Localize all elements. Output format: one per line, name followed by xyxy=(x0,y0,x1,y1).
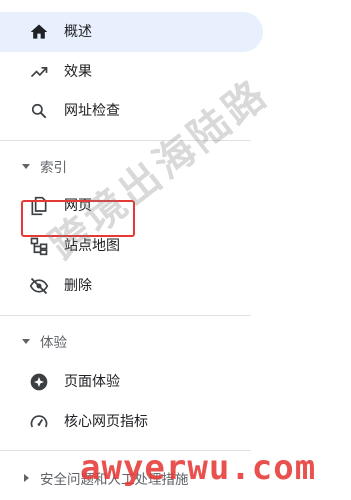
section-label: 体验 xyxy=(40,335,67,351)
nav-item-url-inspection[interactable]: 网址检查 xyxy=(0,91,263,131)
nav-item-core-web-vitals[interactable]: 核心网页指标 xyxy=(0,402,263,442)
caret-right-icon xyxy=(20,472,32,484)
nav-item-page-experience[interactable]: 页面体验 xyxy=(0,362,263,402)
divider xyxy=(0,315,251,316)
sidebar-nav: 概述 效果 网址检查 索引 网页 站点地图 删除 体验 页面体验 核心网页指标 … xyxy=(0,0,351,500)
visibility-off-icon xyxy=(28,275,50,297)
home-icon xyxy=(28,21,50,43)
nav-item-label: 效果 xyxy=(64,64,92,80)
section-security-header[interactable]: 安全问题和人工处理措施 xyxy=(0,460,263,496)
trending-up-icon xyxy=(28,61,50,83)
speed-gauge-icon xyxy=(28,411,50,433)
nav-item-label: 核心网页指标 xyxy=(64,414,148,430)
divider xyxy=(0,140,251,141)
caret-down-icon xyxy=(20,160,32,172)
nav-item-label: 网址检查 xyxy=(64,103,120,119)
nav-item-label: 删除 xyxy=(64,278,92,294)
nav-item-label: 页面体验 xyxy=(64,374,120,390)
search-icon xyxy=(28,100,50,122)
highlight-box xyxy=(21,200,135,237)
section-label: 索引 xyxy=(40,160,67,176)
nav-item-label: 站点地图 xyxy=(64,238,120,254)
nav-item-performance[interactable]: 效果 xyxy=(0,52,263,92)
nav-item-overview[interactable]: 概述 xyxy=(0,12,263,52)
nav-item-removals[interactable]: 删除 xyxy=(0,266,263,306)
section-experience-header[interactable]: 体验 xyxy=(0,323,263,359)
section-index-header[interactable]: 索引 xyxy=(0,148,263,184)
caret-down-icon xyxy=(20,335,32,347)
nav-item-label: 概述 xyxy=(64,24,92,40)
divider xyxy=(0,450,251,451)
sitemap-icon xyxy=(28,235,50,257)
section-label: 安全问题和人工处理措施 xyxy=(40,472,189,488)
page-experience-icon xyxy=(28,371,50,393)
